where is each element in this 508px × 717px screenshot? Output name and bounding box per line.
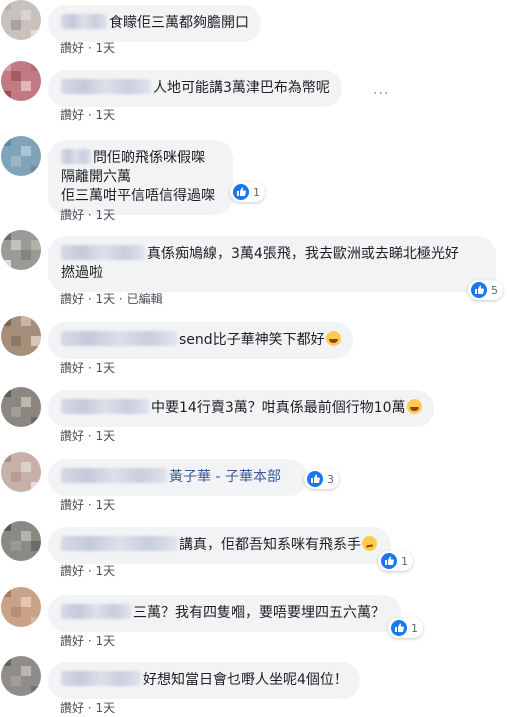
like-button[interactable]: 讚好 (60, 108, 84, 122)
reaction-count[interactable]: 1 (378, 551, 413, 571)
commenter-name[interactable] (61, 79, 151, 94)
timestamp[interactable]: 1天 (95, 634, 115, 648)
like-icon (391, 620, 407, 636)
comment-bubble: send比子華神笑下都好 (48, 322, 353, 359)
commenter-name[interactable] (61, 331, 177, 346)
commenter-name[interactable] (61, 671, 141, 686)
like-button[interactable]: 讚好 (60, 701, 84, 715)
commenter-name[interactable] (61, 536, 177, 551)
comment-actions: 讚好 · 1天 (60, 208, 116, 222)
comment-text: 真係痴鳩線，3萬4張飛，我去歐洲或去睇北極光好 (147, 246, 459, 262)
commenter-name[interactable] (61, 468, 167, 483)
timestamp[interactable]: 1天 (95, 108, 115, 122)
like-icon (233, 184, 249, 200)
laughing-emoji-icon (406, 399, 422, 414)
comment-text: 好想知當日會乜嘢人坐呢4個位！ (143, 672, 348, 688)
avatar[interactable] (1, 61, 41, 101)
commenter-name[interactable] (61, 245, 145, 260)
comment-actions: 讚好 · 1天 (60, 564, 116, 578)
comment-text: 問佢啲飛係咪假㗎 (93, 150, 205, 166)
comment-actions: 讚好 · 1天 (60, 361, 116, 375)
comment-actions: 讚好 · 1天 (60, 634, 116, 648)
comment-text: 食矇佢三萬都夠膽開口 (109, 15, 249, 31)
like-icon (307, 471, 323, 487)
timestamp[interactable]: 1天 (95, 564, 115, 578)
comment-text: 隔離開六萬 (61, 169, 131, 185)
comment-actions: 讚好 · 1天 (60, 41, 116, 55)
comment-text: send比子華神笑下都好 (179, 332, 325, 348)
comment-text: 中要14行賣3萬？咁真係最前個行物10萬 (151, 400, 406, 416)
more-options-icon[interactable]: ··· (373, 86, 389, 102)
avatar[interactable] (1, 452, 41, 492)
comment-bubble: 食矇佢三萬都夠膽開口 (48, 5, 261, 42)
comment-bubble: 問佢啲飛係咪假㗎 隔離開六萬 佢三萬咁平信唔信得過㗎 (48, 140, 233, 215)
like-button[interactable]: 讚好 (60, 41, 84, 55)
comment-actions: 讚好 · 1天 (60, 429, 116, 443)
comment-actions: 讚好 · 1天 · 已編輯 (60, 292, 163, 306)
comment-text: 撚過啦 (61, 265, 103, 281)
comment-text: 三萬？我有四隻嗰，要唔要埋四五六萬？ (133, 605, 385, 621)
timestamp[interactable]: 1天 (95, 429, 115, 443)
commenter-name[interactable] (61, 399, 149, 414)
like-button[interactable]: 讚好 (60, 361, 84, 375)
commenter-name[interactable] (61, 149, 91, 164)
comment-text: 講真，佢都吾知系咪有飛系手 (179, 537, 361, 553)
like-icon (381, 553, 397, 569)
reaction-count[interactable]: 1 (230, 182, 265, 202)
like-button[interactable]: 讚好 (60, 208, 84, 222)
tagged-page-link[interactable]: 黃子華 - 子華本部 (169, 469, 281, 485)
like-button[interactable]: 讚好 (60, 292, 84, 306)
timestamp[interactable]: 1天 (95, 292, 115, 306)
reaction-count[interactable]: 3 (304, 469, 339, 489)
confused-emoji-icon (362, 536, 377, 551)
comment-bubble: 黃子華 - 子華本部 (48, 459, 307, 496)
like-button[interactable]: 讚好 (60, 498, 84, 512)
edited-label[interactable]: 已編輯 (127, 292, 163, 306)
like-button[interactable]: 讚好 (60, 564, 84, 578)
comment-text: 佢三萬咁平信唔信得過㗎 (61, 188, 215, 204)
comment-actions: 讚好 · 1天 (60, 498, 116, 512)
avatar[interactable] (1, 230, 41, 270)
comment-text: 人地可能講3萬津巴布為幣呢 (153, 80, 330, 96)
timestamp[interactable]: 1天 (95, 701, 115, 715)
timestamp[interactable]: 1天 (95, 361, 115, 375)
avatar[interactable] (1, 0, 41, 40)
timestamp[interactable]: 1天 (95, 208, 115, 222)
comment-bubble: 中要14行賣3萬？咁真係最前個行物10萬 (48, 390, 434, 427)
avatar[interactable] (1, 656, 41, 696)
laughing-emoji-icon (325, 331, 341, 346)
reaction-count[interactable]: 5 (468, 280, 503, 300)
comment-actions: 讚好 · 1天 (60, 701, 116, 715)
commenter-name[interactable] (61, 604, 131, 619)
comment-bubble: 真係痴鳩線，3萬4張飛，我去歐洲或去睇北極光好 撚過啦 (48, 236, 496, 292)
comment-bubble: 好想知當日會乜嘢人坐呢4個位！ (48, 662, 360, 699)
comment-bubble: 講真，佢都吾知系咪有飛系手 (48, 527, 391, 564)
comment-actions: 讚好 · 1天 (60, 108, 116, 122)
avatar[interactable] (1, 316, 41, 356)
like-button[interactable]: 讚好 (60, 429, 84, 443)
like-icon (471, 282, 487, 298)
comment-bubble: 三萬？我有四隻嗰，要唔要埋四五六萬？ (48, 595, 401, 632)
timestamp[interactable]: 1天 (95, 41, 115, 55)
avatar[interactable] (1, 587, 41, 627)
avatar[interactable] (1, 136, 41, 176)
reaction-count[interactable]: 1 (388, 618, 423, 638)
comment-bubble: 人地可能講3萬津巴布為幣呢 (48, 70, 342, 107)
commenter-name[interactable] (61, 14, 107, 29)
like-button[interactable]: 讚好 (60, 634, 84, 648)
avatar[interactable] (1, 387, 41, 427)
avatar[interactable] (1, 521, 41, 561)
timestamp[interactable]: 1天 (95, 498, 115, 512)
